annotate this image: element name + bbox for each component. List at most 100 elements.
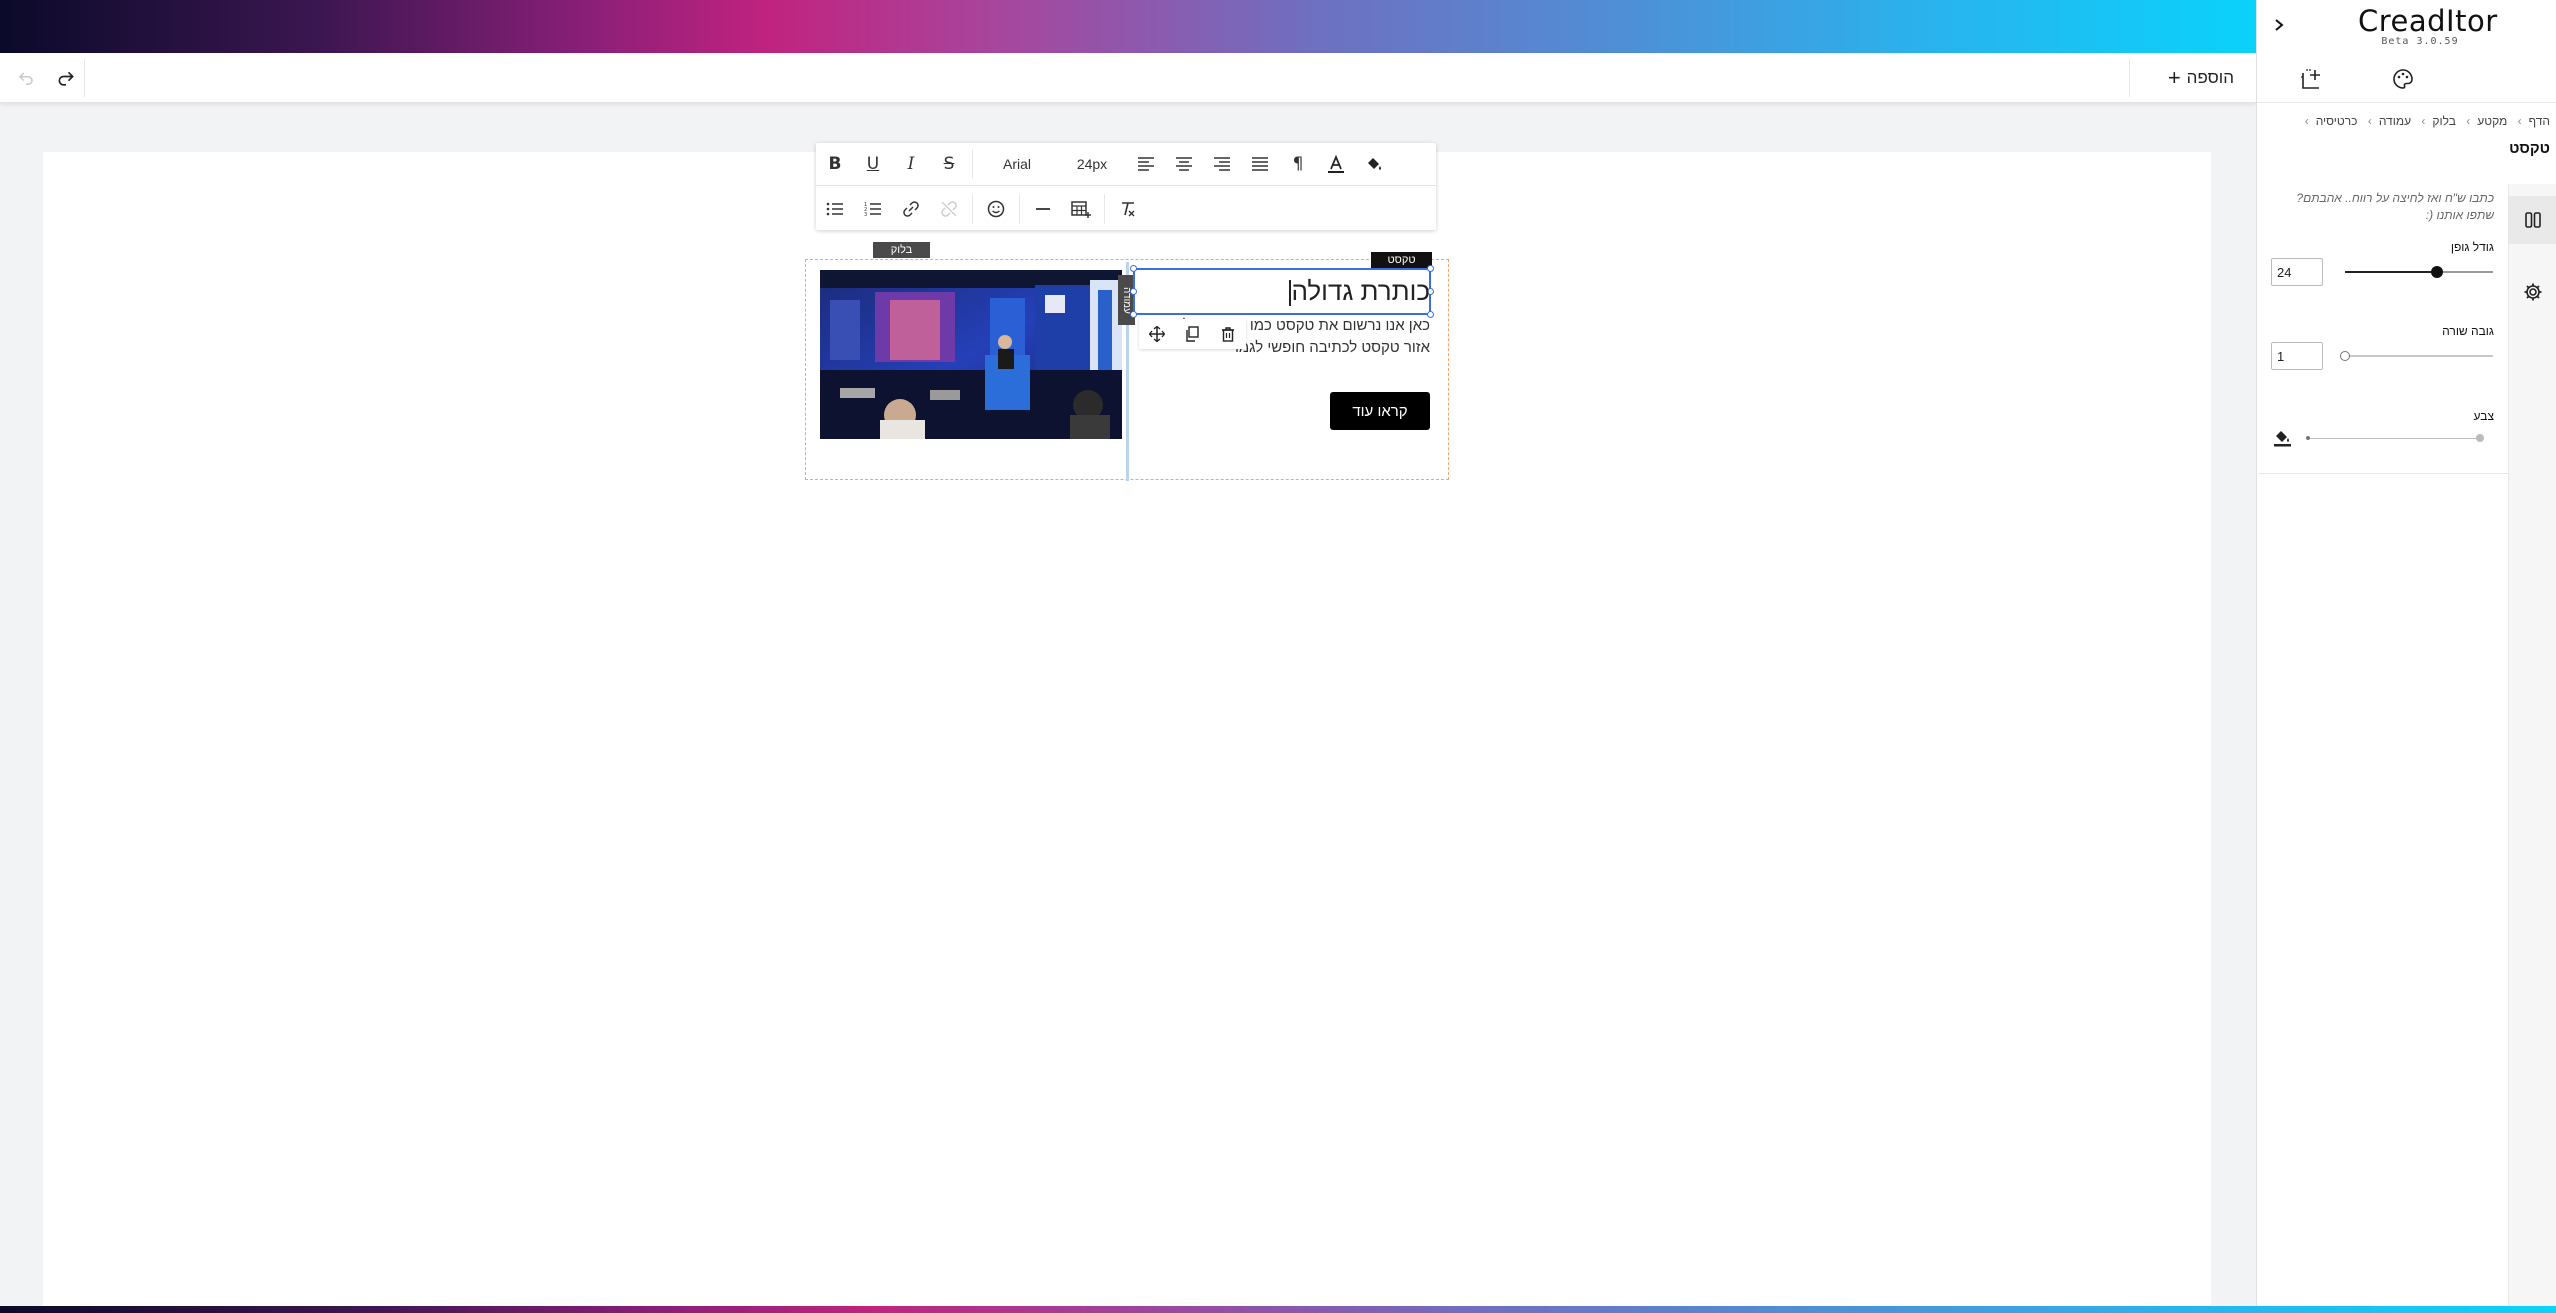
underline-button[interactable]: U	[854, 146, 892, 182]
trash-icon	[1222, 327, 1235, 342]
line-height-slider-track[interactable]	[2345, 355, 2493, 357]
breadcrumb-separator: ›	[2304, 114, 2309, 128]
line-height-slider-thumb[interactable]	[2340, 351, 2350, 361]
panel-divider	[2258, 473, 2508, 474]
paragraph-icon: ¶	[1292, 154, 1304, 174]
color-slider-track[interactable]	[2308, 438, 2480, 439]
bottom-gradient-bar	[0, 1306, 2556, 1313]
align-left-button[interactable]	[1127, 146, 1165, 182]
font-size-select[interactable]: 24px	[1057, 146, 1127, 182]
add-button[interactable]: הוספה +	[2156, 62, 2246, 94]
collapse-panel-button[interactable]	[2268, 14, 2290, 36]
editor-toolbar: הוספה +	[0, 53, 2256, 103]
panel-divider	[2257, 102, 2556, 103]
duplicate-button[interactable]	[1179, 321, 1205, 347]
bullet-list-icon	[826, 202, 843, 215]
horizontal-rule-button[interactable]	[1024, 191, 1062, 227]
link-icon	[903, 200, 919, 217]
font-size-slider-fill	[2345, 271, 2437, 273]
emoji-button[interactable]	[977, 191, 1015, 227]
color-slider-thumb[interactable]	[2476, 434, 2484, 442]
smiley-icon	[987, 200, 1005, 217]
breadcrumb-separator: ›	[2367, 114, 2372, 128]
align-right-icon	[1214, 157, 1230, 171]
tab-add-element[interactable]	[2297, 63, 2329, 95]
font-size-slider-thumb[interactable]	[2430, 266, 2443, 278]
columns-icon	[2525, 212, 2541, 228]
bullet-list-button[interactable]	[816, 191, 854, 227]
block-label-tag[interactable]: בלוק	[873, 242, 930, 258]
tab-style[interactable]	[2509, 196, 2556, 244]
read-more-button[interactable]: קראו עוד	[1330, 392, 1430, 430]
panel-tabs	[2257, 53, 2556, 103]
breadcrumb-block[interactable]: בלוק	[2432, 114, 2456, 128]
undo-button[interactable]	[12, 65, 40, 93]
heading-text[interactable]: כותרת גדולה	[1140, 276, 1430, 307]
breadcrumb-separator: ›	[2466, 114, 2471, 128]
horizontal-rule-icon	[1036, 207, 1050, 210]
svg-text:3: 3	[864, 212, 867, 217]
move-button[interactable]	[1144, 321, 1170, 347]
insert-table-button[interactable]	[1062, 191, 1100, 227]
chevron-right-icon	[2275, 19, 2284, 31]
line-height-input[interactable]	[2271, 342, 2323, 370]
undo-icon	[18, 72, 33, 85]
text-direction-button[interactable]: ¶	[1279, 146, 1317, 182]
italic-icon: I	[907, 154, 915, 174]
font-size-label: גודל גופן	[2450, 240, 2494, 254]
breadcrumb-page[interactable]: הדף	[2529, 114, 2550, 128]
align-left-icon	[1138, 157, 1154, 171]
unlink-icon	[941, 200, 957, 217]
tab-settings[interactable]	[2509, 268, 2556, 316]
align-right-button[interactable]	[1203, 146, 1241, 182]
clear-format-button[interactable]	[1109, 191, 1147, 227]
align-justify-button[interactable]	[1241, 146, 1279, 182]
text-label-tag[interactable]: טקסט	[1371, 252, 1432, 268]
color-slider-start	[2306, 436, 2310, 440]
color-picker-button[interactable]	[2272, 426, 2294, 448]
font-color-icon	[1328, 154, 1344, 173]
bold-icon: B	[828, 154, 842, 174]
redo-button[interactable]	[52, 65, 80, 93]
app-logo: CreadItor	[2358, 4, 2498, 38]
palette-icon	[2393, 69, 2413, 89]
font-family-select[interactable]: Arial	[977, 146, 1057, 182]
panel-title: טקסט	[2509, 140, 2550, 157]
resize-handle[interactable]	[1130, 288, 1137, 295]
heading-content[interactable]: כותרת גדולה	[1291, 276, 1430, 306]
underline-icon: U	[866, 154, 880, 174]
breadcrumb-card[interactable]: כרטיסיה	[2316, 114, 2358, 128]
tab-theme[interactable]	[2387, 63, 2419, 95]
italic-button[interactable]: I	[892, 146, 930, 182]
unlink-button[interactable]	[930, 191, 968, 227]
breadcrumb-column[interactable]: עמודה	[2379, 114, 2411, 128]
element-action-bar	[1139, 319, 1246, 349]
strikethrough-button[interactable]: S	[930, 146, 968, 182]
gear-icon	[2524, 283, 2542, 301]
numbered-list-button[interactable]: 123	[854, 191, 892, 227]
move-icon	[1148, 326, 1165, 342]
breadcrumb-separator: ›	[2517, 114, 2522, 128]
color-label: צבע	[2473, 409, 2494, 423]
table-icon	[1071, 200, 1091, 218]
delete-button[interactable]	[1215, 321, 1241, 347]
font-size-input[interactable]	[2271, 258, 2323, 286]
bold-button[interactable]: B	[816, 146, 854, 182]
toolbar-separator	[972, 193, 973, 224]
event-photo[interactable]	[820, 270, 1122, 439]
align-center-button[interactable]	[1165, 146, 1203, 182]
link-button[interactable]	[892, 191, 930, 227]
resize-handle[interactable]	[1427, 265, 1434, 272]
toolbar-divider	[84, 59, 85, 97]
breadcrumb-section[interactable]: מקטע	[2477, 114, 2507, 128]
background-color-button[interactable]	[1355, 146, 1393, 182]
resize-handle[interactable]	[1130, 265, 1137, 272]
redo-icon	[58, 71, 74, 86]
resize-handle[interactable]	[1130, 311, 1137, 318]
paint-bucket-icon	[2274, 431, 2291, 447]
line-height-label: גובה שורה	[2442, 324, 2494, 338]
font-color-button[interactable]	[1317, 146, 1355, 182]
toolbar-divider	[2129, 59, 2130, 97]
photo-illustration	[820, 270, 1122, 439]
breadcrumb: הדף › מקטע › בלוק › עמודה › כרטיסיה ›	[2280, 114, 2550, 128]
